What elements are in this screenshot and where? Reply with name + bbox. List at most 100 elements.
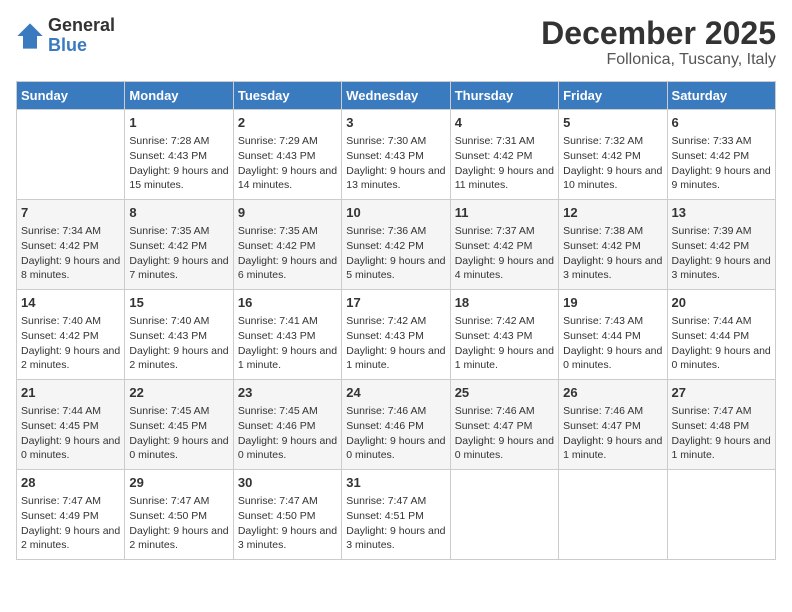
- logo: General Blue: [16, 16, 115, 56]
- calendar-cell: 23 Sunrise: 7:45 AMSunset: 4:46 PMDaylig…: [233, 380, 341, 470]
- calendar-cell: 6 Sunrise: 7:33 AMSunset: 4:42 PMDayligh…: [667, 110, 775, 200]
- page-header: General Blue December 2025 Follonica, Tu…: [16, 16, 776, 69]
- header-friday: Friday: [559, 82, 667, 110]
- day-number: 18: [455, 294, 554, 312]
- day-info: Sunrise: 7:35 AMSunset: 4:42 PMDaylight:…: [129, 224, 228, 283]
- header-thursday: Thursday: [450, 82, 558, 110]
- day-number: 23: [238, 384, 337, 402]
- day-number: 14: [21, 294, 120, 312]
- day-number: 9: [238, 204, 337, 222]
- calendar-cell: 15 Sunrise: 7:40 AMSunset: 4:43 PMDaylig…: [125, 290, 233, 380]
- day-number: 30: [238, 474, 337, 492]
- logo-icon: [16, 22, 44, 50]
- day-info: Sunrise: 7:46 AMSunset: 4:46 PMDaylight:…: [346, 404, 445, 463]
- calendar-cell: 16 Sunrise: 7:41 AMSunset: 4:43 PMDaylig…: [233, 290, 341, 380]
- day-number: 8: [129, 204, 228, 222]
- header-tuesday: Tuesday: [233, 82, 341, 110]
- day-number: 17: [346, 294, 445, 312]
- day-number: 19: [563, 294, 662, 312]
- calendar-cell: 7 Sunrise: 7:34 AMSunset: 4:42 PMDayligh…: [17, 200, 125, 290]
- calendar-cell: [667, 470, 775, 560]
- calendar-cell: 29 Sunrise: 7:47 AMSunset: 4:50 PMDaylig…: [125, 470, 233, 560]
- day-info: Sunrise: 7:47 AMSunset: 4:50 PMDaylight:…: [238, 494, 337, 553]
- day-info: Sunrise: 7:29 AMSunset: 4:43 PMDaylight:…: [238, 134, 337, 193]
- day-info: Sunrise: 7:46 AMSunset: 4:47 PMDaylight:…: [455, 404, 554, 463]
- calendar-cell: 22 Sunrise: 7:45 AMSunset: 4:45 PMDaylig…: [125, 380, 233, 470]
- day-number: 29: [129, 474, 228, 492]
- calendar-header-row: Sunday Monday Tuesday Wednesday Thursday…: [17, 82, 776, 110]
- calendar-week-row: 21 Sunrise: 7:44 AMSunset: 4:45 PMDaylig…: [17, 380, 776, 470]
- calendar-cell: 11 Sunrise: 7:37 AMSunset: 4:42 PMDaylig…: [450, 200, 558, 290]
- calendar-cell: 18 Sunrise: 7:42 AMSunset: 4:43 PMDaylig…: [450, 290, 558, 380]
- day-info: Sunrise: 7:47 AMSunset: 4:48 PMDaylight:…: [672, 404, 771, 463]
- calendar-cell: 31 Sunrise: 7:47 AMSunset: 4:51 PMDaylig…: [342, 470, 450, 560]
- day-info: Sunrise: 7:33 AMSunset: 4:42 PMDaylight:…: [672, 134, 771, 193]
- day-number: 16: [238, 294, 337, 312]
- calendar-cell: 3 Sunrise: 7:30 AMSunset: 4:43 PMDayligh…: [342, 110, 450, 200]
- calendar-cell: 21 Sunrise: 7:44 AMSunset: 4:45 PMDaylig…: [17, 380, 125, 470]
- day-info: Sunrise: 7:45 AMSunset: 4:45 PMDaylight:…: [129, 404, 228, 463]
- calendar-cell: 13 Sunrise: 7:39 AMSunset: 4:42 PMDaylig…: [667, 200, 775, 290]
- header-monday: Monday: [125, 82, 233, 110]
- calendar-cell: 4 Sunrise: 7:31 AMSunset: 4:42 PMDayligh…: [450, 110, 558, 200]
- day-number: 15: [129, 294, 228, 312]
- calendar-cell: 28 Sunrise: 7:47 AMSunset: 4:49 PMDaylig…: [17, 470, 125, 560]
- header-sunday: Sunday: [17, 82, 125, 110]
- day-info: Sunrise: 7:34 AMSunset: 4:42 PMDaylight:…: [21, 224, 120, 283]
- day-number: 12: [563, 204, 662, 222]
- day-number: 24: [346, 384, 445, 402]
- day-number: 6: [672, 114, 771, 132]
- calendar-cell: 9 Sunrise: 7:35 AMSunset: 4:42 PMDayligh…: [233, 200, 341, 290]
- day-number: 3: [346, 114, 445, 132]
- calendar-cell: 25 Sunrise: 7:46 AMSunset: 4:47 PMDaylig…: [450, 380, 558, 470]
- calendar-table: Sunday Monday Tuesday Wednesday Thursday…: [16, 81, 776, 560]
- calendar-cell: 8 Sunrise: 7:35 AMSunset: 4:42 PMDayligh…: [125, 200, 233, 290]
- day-info: Sunrise: 7:47 AMSunset: 4:51 PMDaylight:…: [346, 494, 445, 553]
- day-info: Sunrise: 7:46 AMSunset: 4:47 PMDaylight:…: [563, 404, 662, 463]
- calendar-week-row: 14 Sunrise: 7:40 AMSunset: 4:42 PMDaylig…: [17, 290, 776, 380]
- day-info: Sunrise: 7:30 AMSunset: 4:43 PMDaylight:…: [346, 134, 445, 193]
- day-info: Sunrise: 7:38 AMSunset: 4:42 PMDaylight:…: [563, 224, 662, 283]
- day-number: 20: [672, 294, 771, 312]
- title-block: December 2025 Follonica, Tuscany, Italy: [541, 16, 776, 69]
- day-info: Sunrise: 7:44 AMSunset: 4:45 PMDaylight:…: [21, 404, 120, 463]
- calendar-cell: 14 Sunrise: 7:40 AMSunset: 4:42 PMDaylig…: [17, 290, 125, 380]
- calendar-cell: 27 Sunrise: 7:47 AMSunset: 4:48 PMDaylig…: [667, 380, 775, 470]
- calendar-cell: 26 Sunrise: 7:46 AMSunset: 4:47 PMDaylig…: [559, 380, 667, 470]
- calendar-cell: 19 Sunrise: 7:43 AMSunset: 4:44 PMDaylig…: [559, 290, 667, 380]
- calendar-week-row: 1 Sunrise: 7:28 AMSunset: 4:43 PMDayligh…: [17, 110, 776, 200]
- day-number: 27: [672, 384, 771, 402]
- day-info: Sunrise: 7:36 AMSunset: 4:42 PMDaylight:…: [346, 224, 445, 283]
- calendar-cell: [450, 470, 558, 560]
- day-info: Sunrise: 7:43 AMSunset: 4:44 PMDaylight:…: [563, 314, 662, 373]
- day-number: 26: [563, 384, 662, 402]
- day-info: Sunrise: 7:42 AMSunset: 4:43 PMDaylight:…: [455, 314, 554, 373]
- day-info: Sunrise: 7:41 AMSunset: 4:43 PMDaylight:…: [238, 314, 337, 373]
- logo-text: General Blue: [48, 16, 115, 56]
- day-number: 10: [346, 204, 445, 222]
- day-info: Sunrise: 7:40 AMSunset: 4:43 PMDaylight:…: [129, 314, 228, 373]
- day-info: Sunrise: 7:44 AMSunset: 4:44 PMDaylight:…: [672, 314, 771, 373]
- day-number: 28: [21, 474, 120, 492]
- calendar-cell: 30 Sunrise: 7:47 AMSunset: 4:50 PMDaylig…: [233, 470, 341, 560]
- month-title: December 2025: [541, 16, 776, 51]
- calendar-cell: 1 Sunrise: 7:28 AMSunset: 4:43 PMDayligh…: [125, 110, 233, 200]
- calendar-cell: 2 Sunrise: 7:29 AMSunset: 4:43 PMDayligh…: [233, 110, 341, 200]
- day-number: 22: [129, 384, 228, 402]
- day-info: Sunrise: 7:45 AMSunset: 4:46 PMDaylight:…: [238, 404, 337, 463]
- calendar-week-row: 7 Sunrise: 7:34 AMSunset: 4:42 PMDayligh…: [17, 200, 776, 290]
- day-number: 13: [672, 204, 771, 222]
- day-number: 31: [346, 474, 445, 492]
- day-info: Sunrise: 7:40 AMSunset: 4:42 PMDaylight:…: [21, 314, 120, 373]
- calendar-cell: [559, 470, 667, 560]
- calendar-cell: 12 Sunrise: 7:38 AMSunset: 4:42 PMDaylig…: [559, 200, 667, 290]
- day-info: Sunrise: 7:28 AMSunset: 4:43 PMDaylight:…: [129, 134, 228, 193]
- calendar-cell: 20 Sunrise: 7:44 AMSunset: 4:44 PMDaylig…: [667, 290, 775, 380]
- day-number: 5: [563, 114, 662, 132]
- header-wednesday: Wednesday: [342, 82, 450, 110]
- day-number: 25: [455, 384, 554, 402]
- calendar-week-row: 28 Sunrise: 7:47 AMSunset: 4:49 PMDaylig…: [17, 470, 776, 560]
- day-number: 7: [21, 204, 120, 222]
- calendar-cell: 17 Sunrise: 7:42 AMSunset: 4:43 PMDaylig…: [342, 290, 450, 380]
- day-number: 2: [238, 114, 337, 132]
